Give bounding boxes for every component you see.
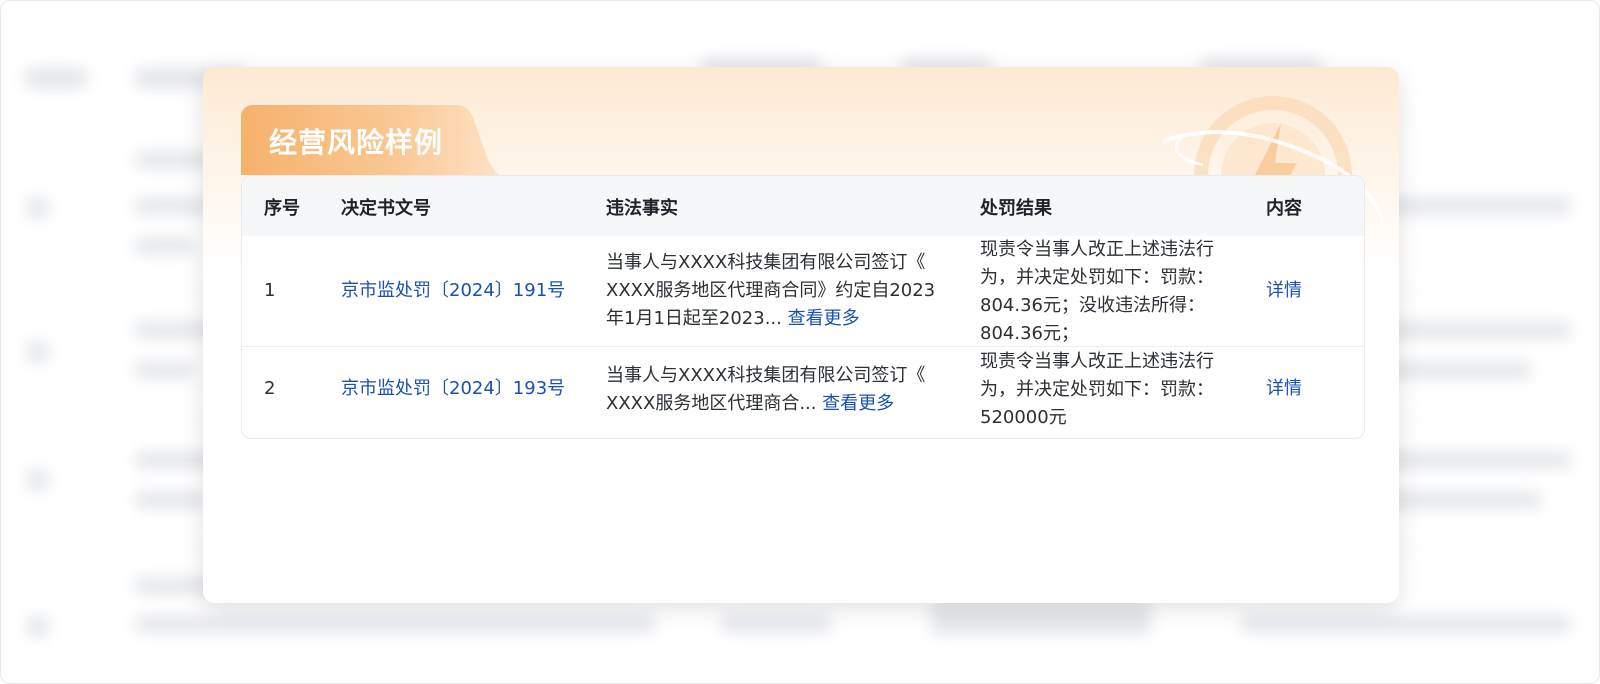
facts-text: 当事人与XXXX科技集团有限公司签订《 XXXX服务地区代理商合... 查看更多 — [606, 365, 926, 414]
row-index: 1 — [264, 280, 276, 301]
view-more-link[interactable]: 查看更多 — [788, 308, 860, 329]
modal-title: 经营风险样例 — [269, 126, 444, 159]
doc-no-link[interactable]: 京市监处罚〔2024〕193号 — [341, 375, 565, 403]
header-result: 处罚结果 — [980, 198, 1052, 219]
table-header: 序号 决定书文号 违法事实 处罚结果 内容 — [242, 176, 1364, 236]
table-row: 1 京市监处罚〔2024〕191号 当事人与XXXX科技集团有限公司签订《 XX… — [242, 236, 1364, 347]
result-text: 现责令当事人改正上述违法行 为，并决定处罚如下：罚款： 520000元 — [980, 351, 1214, 428]
view-more-link[interactable]: 查看更多 — [822, 393, 894, 414]
header-index: 序号 — [264, 198, 300, 219]
table-row: 2 京市监处罚〔2024〕193号 当事人与XXXX科技集团有限公司签订《 XX… — [242, 347, 1364, 437]
modal-title-tab: 经营风险样例 — [241, 105, 499, 175]
facts-text: 当事人与XXXX科技集团有限公司签订《 XXXX服务地区代理商合同》约定自202… — [606, 252, 936, 329]
row-index: 2 — [264, 378, 276, 399]
doc-no-link[interactable]: 京市监处罚〔2024〕191号 — [341, 277, 565, 305]
header-content: 内容 — [1266, 198, 1302, 219]
header-doc-no: 决定书文号 — [341, 198, 431, 219]
business-risk-sample-modal: 经营风险样例 序号 决定书文号 违法事实 处罚结果 内容 1 京市监处罚〔202… — [203, 67, 1399, 603]
result-text: 现责令当事人改正上述违法行 为，并决定处罚如下：罚款： 804.36元；没收违法… — [980, 239, 1214, 344]
detail-link[interactable]: 详情 — [1266, 375, 1302, 403]
header-facts: 违法事实 — [606, 198, 678, 219]
detail-link[interactable]: 详情 — [1266, 277, 1302, 305]
app-frame: 经营风险样例 序号 决定书文号 违法事实 处罚结果 内容 1 京市监处罚〔202… — [0, 0, 1600, 684]
risk-table: 序号 决定书文号 违法事实 处罚结果 内容 1 京市监处罚〔2024〕191号 … — [241, 175, 1365, 439]
